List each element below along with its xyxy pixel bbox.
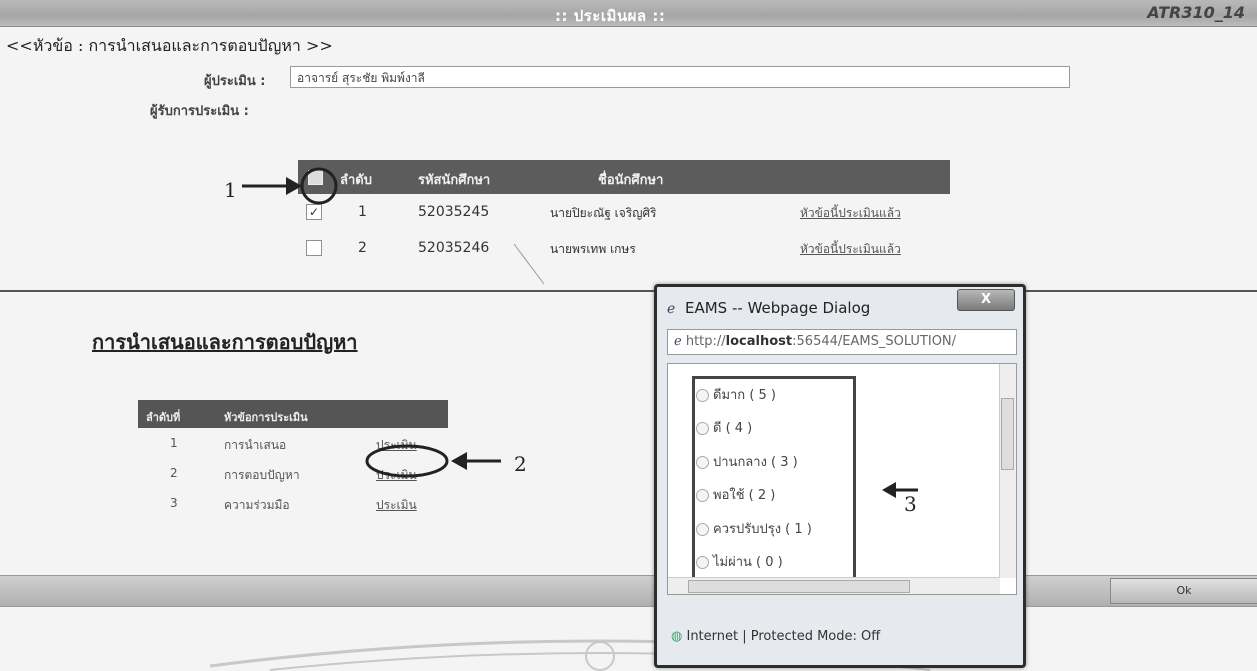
assessor-label: ผู้ประเมิน : bbox=[204, 74, 266, 89]
vertical-scrollbar[interactable] bbox=[999, 364, 1016, 578]
scroll-thumb[interactable] bbox=[1001, 398, 1014, 470]
ok-button[interactable]: Ok bbox=[1110, 578, 1257, 604]
eval-status-link[interactable]: หัวข้อนี้ประเมินแล้ว bbox=[800, 240, 901, 259]
student-table: ลำดับ รหัสนักศึกษา ชื่อนักศึกษา ✓ 1 5203… bbox=[298, 160, 950, 266]
radio-button[interactable] bbox=[696, 389, 709, 402]
section-title: การนำเสนอและการตอบปัญหา bbox=[92, 330, 358, 354]
student-name: นายปิยะณัฐ เจริญศิริ bbox=[550, 206, 657, 220]
topic-heading: <<หัวข้อ : การนำเสนอและการตอบปัญหา >> bbox=[6, 36, 333, 55]
status-text: Internet | Protected Mode: Off bbox=[686, 629, 881, 644]
rating-label: ดีมาก ( 5 ) bbox=[713, 388, 776, 403]
webpage-dialog: ℯ EAMS -- Webpage Dialog X ℯ http://loca… bbox=[654, 284, 1026, 668]
annotation-1-arrow-icon bbox=[242, 167, 338, 205]
annotation-2-arrow-icon bbox=[365, 444, 501, 478]
row-checkbox[interactable] bbox=[306, 240, 322, 256]
rating-label: ไม่ผ่าน ( 0 ) bbox=[713, 555, 783, 570]
rating-label: ปานกลาง ( 3 ) bbox=[713, 455, 798, 470]
criterion-no: 3 bbox=[170, 496, 178, 510]
ie-icon: ℯ bbox=[667, 301, 676, 317]
stray-line bbox=[513, 243, 545, 285]
col-header-no: ลำดับ bbox=[340, 173, 372, 188]
assessees-label: ผู้รับการประเมิน : bbox=[150, 104, 249, 119]
student-table-header: ลำดับ รหัสนักศึกษา ชื่อนักศึกษา bbox=[298, 160, 950, 194]
rating-option[interactable]: ควรปรับปรุง ( 1 ) bbox=[696, 518, 812, 539]
rating-option[interactable]: ดี ( 4 ) bbox=[696, 417, 752, 438]
radio-button[interactable] bbox=[696, 456, 709, 469]
row-checkbox[interactable]: ✓ bbox=[306, 204, 322, 220]
title-bar: :: ประเมินผล :: ATR310_14 bbox=[0, 0, 1257, 27]
dialog-content: ดีมาก ( 5 ) ดี ( 4 ) ปานกลาง ( 3 ) พอใช้… bbox=[667, 363, 1017, 595]
col-header-name: ชื่อนักศึกษา bbox=[598, 173, 664, 188]
url-prefix: http:// bbox=[685, 334, 726, 349]
url-host: localhost bbox=[725, 334, 793, 349]
dialog-close-button[interactable]: X bbox=[957, 289, 1015, 311]
row-no: 2 bbox=[358, 240, 367, 256]
eval-status-link[interactable]: หัวข้อนี้ประเมินแล้ว bbox=[800, 204, 901, 223]
criterion-name: ความร่วมมือ bbox=[224, 498, 290, 512]
annotation-2-label: 2 bbox=[514, 452, 527, 476]
criterion-name: การนำเสนอ bbox=[224, 438, 287, 452]
section-divider bbox=[0, 290, 1257, 292]
scroll-thumb[interactable] bbox=[688, 580, 910, 593]
student-name: นายพรเทพ เกษร bbox=[550, 242, 636, 256]
rating-option[interactable]: พอใช้ ( 2 ) bbox=[696, 484, 775, 505]
radio-button[interactable] bbox=[696, 556, 709, 569]
table-row: 2 52035246 นายพรเทพ เกษร หัวข้อนี้ประเมิ… bbox=[298, 230, 950, 266]
rating-label: ดี ( 4 ) bbox=[713, 421, 753, 436]
criterion-name: การตอบปัญหา bbox=[224, 468, 300, 482]
page-icon: ℯ bbox=[674, 334, 682, 349]
radio-button[interactable] bbox=[696, 489, 709, 502]
horizontal-scrollbar[interactable] bbox=[668, 577, 1000, 594]
radio-button[interactable] bbox=[696, 422, 709, 435]
row-no: 1 bbox=[358, 204, 367, 220]
student-id: 52035245 bbox=[418, 204, 490, 220]
col-header-order: ลำดับที่ bbox=[146, 411, 181, 424]
col-header-id: รหัสนักศึกษา bbox=[418, 173, 491, 188]
criterion-no: 2 bbox=[170, 466, 178, 480]
student-id: 52035246 bbox=[418, 240, 490, 256]
criterion-no: 1 bbox=[170, 436, 178, 450]
dialog-address-bar: ℯ http://localhost:56544/EAMS_SOLUTION/ bbox=[667, 329, 1017, 355]
annotation-3-label: 3 bbox=[904, 492, 917, 516]
globe-icon: ◍ bbox=[671, 629, 683, 644]
rating-label: ควรปรับปรุง ( 1 ) bbox=[713, 522, 812, 537]
url-rest: :56544/EAMS_SOLUTION/ bbox=[792, 334, 957, 349]
dialog-status-bar: ◍ Internet | Protected Mode: Off bbox=[671, 629, 880, 644]
dialog-title: EAMS -- Webpage Dialog bbox=[685, 299, 871, 317]
screen-code: ATR310_14 bbox=[1147, 3, 1245, 22]
annotation-1-label: 1 bbox=[224, 178, 237, 202]
col-header-criterion: หัวข้อการประเมิน bbox=[224, 411, 308, 424]
assessor-field[interactable]: อาจารย์ สุระชัย พิมพ์งาลี bbox=[290, 66, 1070, 88]
rating-label: พอใช้ ( 2 ) bbox=[713, 488, 776, 503]
page-title: :: ประเมินผล :: bbox=[555, 7, 666, 25]
evaluate-link[interactable]: ประเมิน bbox=[376, 496, 417, 515]
rating-option[interactable]: ดีมาก ( 5 ) bbox=[696, 384, 776, 405]
table-row: ✓ 1 52035245 นายปิยะณัฐ เจริญศิริ หัวข้อ… bbox=[298, 194, 950, 230]
criteria-table-header: ลำดับที่ หัวข้อการประเมิน bbox=[138, 400, 448, 428]
rating-option[interactable]: ปานกลาง ( 3 ) bbox=[696, 451, 798, 472]
table-row: 3 ความร่วมมือ ประเมิน bbox=[138, 488, 448, 518]
rating-option[interactable]: ไม่ผ่าน ( 0 ) bbox=[696, 551, 783, 572]
bottom-toolbar bbox=[0, 575, 1257, 607]
radio-button[interactable] bbox=[696, 523, 709, 536]
